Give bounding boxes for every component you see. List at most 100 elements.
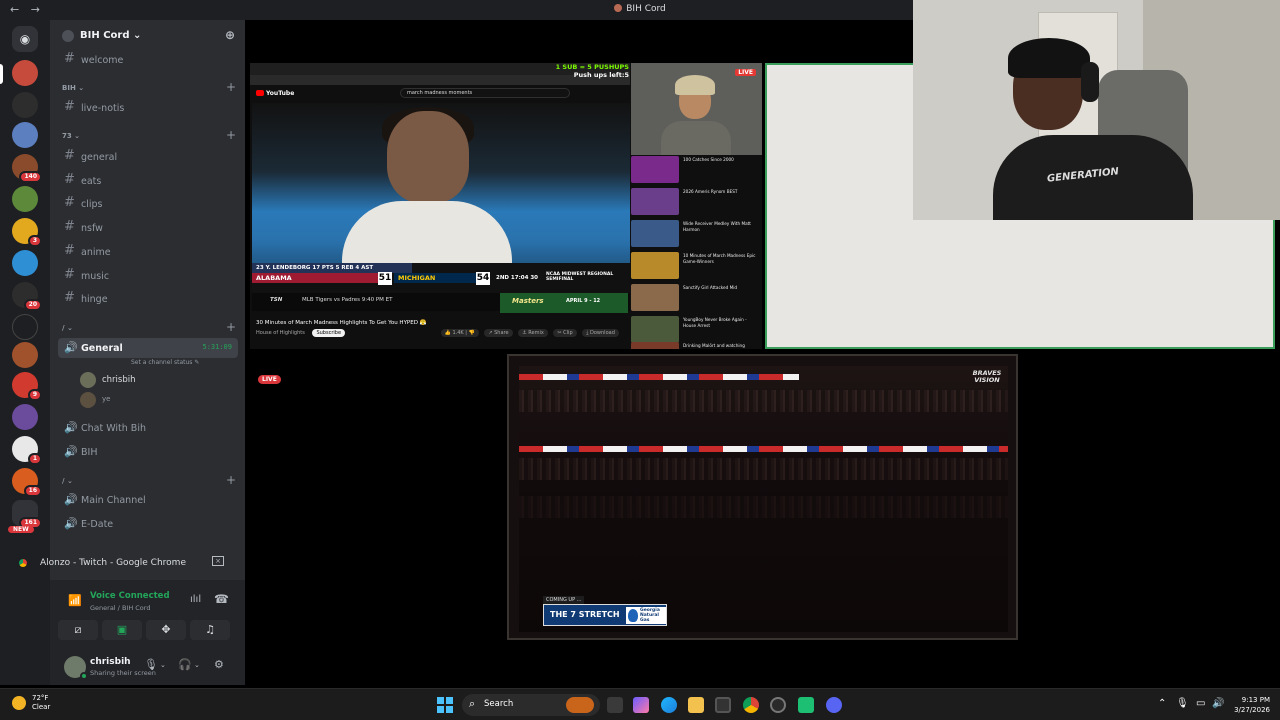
- category-bih[interactable]: BIH ⌄: [62, 84, 84, 92]
- discord-home-icon[interactable]: ◉: [12, 26, 38, 52]
- stream-title: Alonzo - Twitch - Google Chrome: [40, 558, 186, 568]
- channel-nsfw[interactable]: # nsfw: [58, 218, 238, 238]
- server-icon[interactable]: 3: [12, 218, 42, 247]
- ticker-text: MLB Tigers vs Padres 9:40 PM ET: [302, 297, 393, 303]
- add-channel-icon[interactable]: +: [226, 320, 236, 334]
- task-view-icon[interactable]: [607, 697, 623, 713]
- channel-label: nsfw: [81, 223, 103, 234]
- add-channel-icon[interactable]: +: [226, 128, 236, 142]
- camera-button[interactable]: ⧄: [58, 620, 98, 640]
- disconnect-icon[interactable]: ☎: [214, 592, 229, 606]
- chevron-up-icon[interactable]: ⌃: [1158, 698, 1166, 709]
- screen-share-button[interactable]: ▣: [102, 620, 142, 640]
- mention-badge: 1: [27, 453, 42, 465]
- channel-eats[interactable]: # eats: [58, 171, 238, 191]
- server-icon[interactable]: [12, 122, 38, 148]
- settings-icon[interactable]: [770, 697, 786, 713]
- noise-suppression-icon[interactable]: ılıl: [190, 594, 201, 605]
- headphones-icon[interactable]: 🎧: [178, 658, 192, 671]
- microphone-icon[interactable]: 🎙: [1176, 698, 1189, 709]
- chrome-icon[interactable]: [743, 697, 759, 713]
- channel-name[interactable]: House of Highlights: [256, 330, 305, 336]
- start-button[interactable]: [437, 697, 453, 713]
- stop-stream-icon[interactable]: ×: [212, 556, 224, 566]
- server-icon[interactable]: [12, 342, 38, 368]
- window-title-text: BIH Cord: [626, 4, 666, 14]
- game-clock: 2ND 17:04 30: [492, 273, 542, 283]
- category-slash[interactable]: / ⌄: [62, 324, 73, 332]
- server-icon[interactable]: 16: [12, 468, 42, 497]
- voice-channel-general[interactable]: 🔊 General 5:31:09: [58, 338, 238, 358]
- recommended-video[interactable]: 100 Catches Since 2000: [631, 155, 762, 186]
- server-icon[interactable]: [12, 404, 38, 430]
- youtube-play-icon: [256, 90, 264, 96]
- team-1-name: ALABAMA: [252, 273, 378, 283]
- volume-icon[interactable]: 🔊: [1212, 698, 1224, 709]
- server-icon[interactable]: [12, 314, 38, 340]
- channel-live-notis[interactable]: # live-notis: [58, 98, 238, 118]
- add-channel-icon[interactable]: +: [226, 80, 236, 94]
- server-icon[interactable]: 1: [12, 436, 42, 465]
- discord-icon[interactable]: [826, 697, 842, 713]
- server-icon[interactable]: 9: [12, 372, 42, 401]
- stadium-stream-tile[interactable]: BRAVES VISION COMING UP ... THE 7 STRETC…: [507, 354, 1018, 640]
- like-button[interactable]: 👍 1.4K | 👎: [440, 329, 479, 337]
- soundboard-button[interactable]: ♫: [190, 620, 230, 640]
- voice-channel-main[interactable]: 🔊 Main Channel: [58, 490, 238, 510]
- add-member-icon[interactable]: ⊕: [225, 28, 235, 42]
- remix-button[interactable]: ⚓ Remix: [518, 329, 548, 337]
- channel-label: anime: [81, 247, 111, 258]
- download-button[interactable]: ⤓ Download: [582, 329, 619, 337]
- user-webcam[interactable]: GENERATION: [913, 0, 1280, 220]
- voice-channel-e-date[interactable]: 🔊 E-Date: [58, 514, 238, 534]
- recommended-video[interactable]: Wide Receiver Medley With Matt Harmon: [631, 219, 762, 250]
- activities-button[interactable]: ✥: [146, 620, 186, 640]
- recommended-video[interactable]: 10 Minutes of March Madness Epic Game-Wi…: [631, 251, 762, 282]
- server-folder-icon[interactable]: 161: [12, 500, 42, 529]
- store-icon[interactable]: [715, 697, 731, 713]
- channel-general[interactable]: # general: [58, 147, 238, 167]
- file-explorer-icon[interactable]: [688, 697, 704, 713]
- edge-icon[interactable]: [661, 697, 677, 713]
- channel-welcome[interactable]: # welcome: [58, 50, 238, 70]
- streamer-webcam: LIVE: [631, 63, 762, 155]
- category-slash-2[interactable]: / ⌄: [62, 477, 73, 485]
- gear-icon[interactable]: ⚙: [214, 658, 224, 671]
- voice-channel-chat-with-bih[interactable]: 🔊 Chat With Bih: [58, 418, 238, 438]
- subscribe-button[interactable]: Subscribe: [312, 329, 346, 337]
- server-header[interactable]: BIH Cord ⌄ ⊕: [50, 20, 245, 52]
- youtube-search[interactable]: march madness moments: [400, 88, 570, 98]
- channel-music[interactable]: # music: [58, 266, 238, 286]
- user-name[interactable]: chrisbih: [90, 657, 131, 667]
- clip-button[interactable]: ✂ Clip: [553, 329, 577, 337]
- server-icon[interactable]: [12, 186, 38, 212]
- voice-status[interactable]: Voice Connected: [90, 591, 170, 601]
- server-icon[interactable]: [12, 250, 38, 276]
- server-icon[interactable]: [12, 92, 38, 118]
- category-73[interactable]: 73 ⌄: [62, 132, 80, 140]
- server-icon[interactable]: [12, 60, 38, 86]
- voice-location[interactable]: General / BIH Cord: [90, 604, 150, 612]
- add-channel-icon[interactable]: +: [226, 473, 236, 487]
- stream-source[interactable]: Alonzo - Twitch - Google Chrome ×: [8, 548, 238, 578]
- channel-status[interactable]: Set a channel status ✎: [131, 359, 199, 366]
- copilot-icon[interactable]: [633, 697, 649, 713]
- chevron-down-icon[interactable]: ⌄: [160, 661, 166, 669]
- server-icon[interactable]: 140: [12, 154, 42, 183]
- screen-share-tile[interactable]: 1 SUB = 5 PUSHUPS Push ups left:5 YouTube…: [250, 63, 762, 349]
- microphone-icon[interactable]: 🎙: [144, 658, 158, 671]
- system-clock[interactable]: 9:13 PM 3/27/2026: [1226, 695, 1270, 715]
- network-icon[interactable]: ▭: [1196, 698, 1205, 709]
- voice-channel-bih[interactable]: 🔊 BIH: [58, 442, 238, 462]
- channel-hinge[interactable]: # hinge: [58, 289, 238, 309]
- taskbar-search[interactable]: ⌕ Search: [462, 694, 600, 716]
- app-icon[interactable]: [798, 697, 814, 713]
- chevron-down-icon[interactable]: ⌄: [194, 661, 200, 669]
- recommended-video[interactable]: 2026 Ameris Rynom BEST: [631, 187, 762, 218]
- recommended-video[interactable]: Sanctify Girl Attacked Mid: [631, 283, 762, 314]
- share-button[interactable]: ↗ Share: [484, 329, 513, 337]
- recommended-video[interactable]: Drinking Malört and watching: [631, 341, 762, 349]
- server-icon[interactable]: 20: [12, 282, 42, 311]
- channel-anime[interactable]: # anime: [58, 242, 238, 262]
- channel-clips[interactable]: # clips: [58, 194, 238, 214]
